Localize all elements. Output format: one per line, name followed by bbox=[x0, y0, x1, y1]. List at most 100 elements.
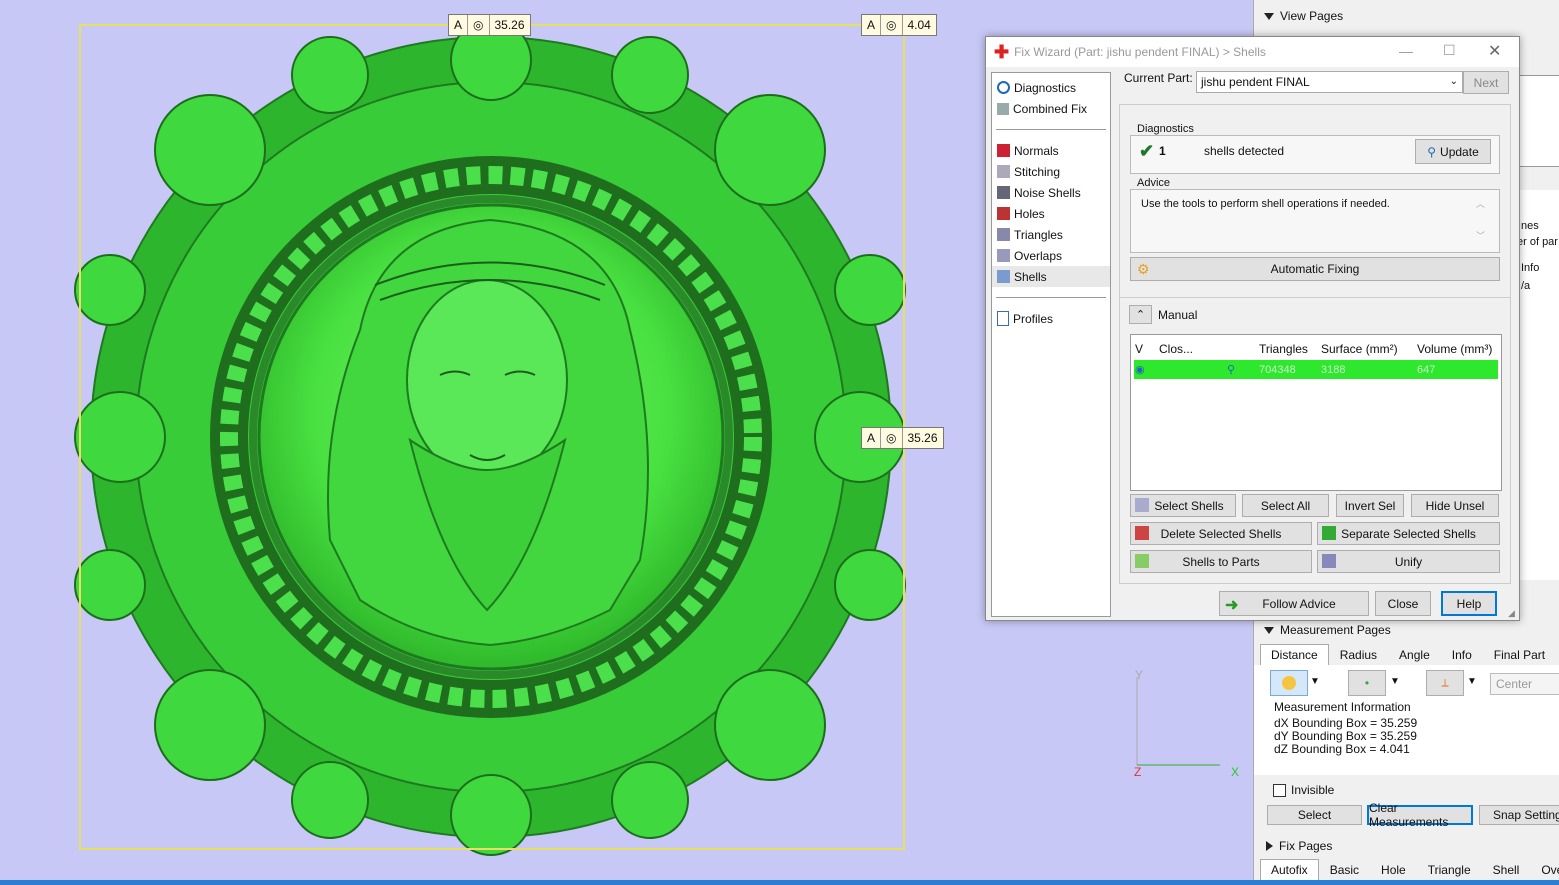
tab-distance[interactable]: Distance bbox=[1260, 644, 1329, 666]
shells-to-parts-icon bbox=[1135, 554, 1149, 568]
dialog-titlebar[interactable]: ✚ Fix Wizard (Part: jishu pendent FINAL)… bbox=[986, 37, 1519, 67]
col-blank[interactable] bbox=[1226, 338, 1258, 360]
view-cube[interactable] bbox=[1516, 75, 1559, 167]
maximize-icon[interactable]: ☐ bbox=[1443, 42, 1456, 59]
tab-shell[interactable]: Shell bbox=[1482, 859, 1531, 881]
nav-stitching[interactable]: Stitching bbox=[992, 161, 1110, 182]
tab-final-part[interactable]: Final Part bbox=[1483, 644, 1556, 666]
separate-selected-shells-button[interactable]: Separate Selected Shells bbox=[1317, 522, 1500, 545]
measure-mode-button[interactable] bbox=[1270, 670, 1308, 696]
magnifier-icon: ⚲ bbox=[1427, 144, 1437, 159]
nav-triangles[interactable]: Triangles bbox=[992, 224, 1110, 245]
invisible-checkbox-row[interactable]: Invisible bbox=[1273, 783, 1334, 797]
shells-to-parts-button[interactable]: Shells to Parts bbox=[1130, 550, 1312, 573]
center-select[interactable]: Center bbox=[1490, 673, 1559, 695]
minimize-icon[interactable]: — bbox=[1399, 43, 1413, 59]
tab-angle[interactable]: Angle bbox=[1388, 644, 1441, 666]
resize-grip-icon[interactable]: ◢ bbox=[1508, 608, 1515, 619]
update-button[interactable]: ⚲ Update bbox=[1415, 139, 1491, 164]
chevron-down-icon: ⌄ bbox=[1449, 76, 1458, 87]
dimension-tag-a: A bbox=[862, 15, 882, 35]
nav-label: Holes bbox=[1014, 206, 1045, 221]
axis-x-label: X bbox=[1231, 765, 1240, 779]
point-mode-button[interactable]: • bbox=[1348, 670, 1386, 696]
nav-label: Overlaps bbox=[1014, 248, 1063, 263]
automatic-fixing-button[interactable]: ⚙ Automatic Fixing bbox=[1130, 257, 1500, 281]
tab-hole[interactable]: Hole bbox=[1370, 859, 1417, 881]
axis-mode-button[interactable]: ⟂ bbox=[1426, 670, 1464, 696]
col-visible[interactable]: V bbox=[1134, 338, 1158, 360]
advice-title: Advice bbox=[1137, 177, 1171, 189]
wrench-icon: ⚲ bbox=[1227, 364, 1236, 376]
view-pages-label: View Pages bbox=[1280, 9, 1344, 23]
delete-selected-shells-button[interactable]: Delete Selected Shells bbox=[1130, 522, 1312, 545]
dropdown-arrow-icon[interactable]: ▼ bbox=[1310, 676, 1320, 687]
scroll-down-icon[interactable]: ﹀ bbox=[1476, 229, 1485, 242]
partial-panel: nes er of par Info /a bbox=[1516, 190, 1559, 580]
tab-basic[interactable]: Basic bbox=[1319, 859, 1370, 881]
collapse-manual-button[interactable]: ⌃ bbox=[1129, 305, 1152, 324]
shell-count: 1 bbox=[1159, 144, 1166, 158]
close-button[interactable]: Close bbox=[1375, 591, 1431, 616]
fix-pages-header[interactable]: Fix Pages bbox=[1266, 839, 1332, 853]
select-all-button[interactable]: Select All bbox=[1242, 494, 1329, 517]
nav-label: Normals bbox=[1014, 143, 1059, 158]
dimension-tag-z[interactable]: A ◎ 4.04 bbox=[861, 14, 937, 36]
fix-pages-label: Fix Pages bbox=[1279, 839, 1333, 853]
table-row[interactable]: ◉ ⚲ 704348 3188 647 bbox=[1134, 360, 1498, 379]
shells-detected-text: shells detected bbox=[1204, 144, 1285, 158]
nav-combined-fix[interactable]: Combined Fix bbox=[992, 98, 1110, 119]
lock-icon: ◎ bbox=[468, 15, 490, 35]
next-button[interactable]: Next bbox=[1463, 71, 1509, 94]
nav-label: Diagnostics bbox=[1014, 80, 1077, 95]
nav-profiles[interactable]: Profiles bbox=[992, 308, 1110, 329]
nav-holes[interactable]: Holes bbox=[992, 203, 1110, 224]
unify-button[interactable]: Unify bbox=[1317, 550, 1500, 573]
eye-icon[interactable]: ◉ bbox=[1135, 364, 1145, 376]
scroll-up-icon[interactable]: ︿ bbox=[1476, 197, 1485, 210]
clear-measurements-button[interactable]: Clear Measurements bbox=[1367, 801, 1473, 829]
tab-radius[interactable]: Radius bbox=[1329, 644, 1388, 666]
nav-noise-shells[interactable]: Noise Shells bbox=[992, 182, 1110, 203]
follow-advice-button[interactable]: ➜ Follow Advice bbox=[1219, 591, 1369, 616]
shells-to-parts-label: Shells to Parts bbox=[1182, 554, 1260, 569]
gears-icon: ⚙ bbox=[1137, 261, 1150, 277]
nav-shells[interactable]: Shells bbox=[992, 266, 1110, 287]
hide-unselected-button[interactable]: Hide Unsel bbox=[1411, 494, 1499, 517]
tab-triangle[interactable]: Triangle bbox=[1417, 859, 1482, 881]
arrow-right-icon: ➜ bbox=[1225, 597, 1239, 614]
nav-overlaps[interactable]: Overlaps bbox=[992, 245, 1110, 266]
cell-triangles: 704348 bbox=[1259, 363, 1296, 376]
close-icon[interactable]: ✕ bbox=[1488, 41, 1501, 61]
tab-info[interactable]: Info bbox=[1441, 644, 1483, 666]
current-part-select[interactable]: jishu pendent FINAL ⌄ bbox=[1196, 71, 1463, 93]
col-triangles[interactable]: Triangles bbox=[1258, 338, 1320, 360]
app-icon: ✚ bbox=[994, 41, 1010, 62]
collapse-arrow-icon bbox=[1264, 626, 1274, 634]
select-shells-button[interactable]: Select Shells bbox=[1130, 494, 1236, 517]
nav-normals[interactable]: Normals bbox=[992, 140, 1110, 161]
col-closed[interactable]: Clos... bbox=[1158, 338, 1226, 360]
dropdown-arrow-icon[interactable]: ▼ bbox=[1467, 676, 1477, 687]
measure-icon bbox=[1282, 676, 1296, 690]
measurement-pages-label: Measurement Pages bbox=[1280, 623, 1391, 637]
dimension-tag-y[interactable]: A ◎ 35.26 bbox=[861, 427, 944, 449]
col-volume[interactable]: Volume (mm³) bbox=[1416, 338, 1498, 360]
dimension-tag-x[interactable]: A ◎ 35.26 bbox=[448, 14, 531, 36]
dropdown-arrow-icon[interactable]: ▼ bbox=[1390, 676, 1400, 687]
measurement-pages-header[interactable]: Measurement Pages bbox=[1264, 623, 1391, 637]
invisible-checkbox[interactable] bbox=[1273, 783, 1286, 797]
view-pages-header[interactable]: View Pages bbox=[1264, 9, 1343, 23]
snap-settings-button[interactable]: Snap Settings bbox=[1479, 805, 1559, 825]
invert-selection-button[interactable]: Invert Sel bbox=[1336, 494, 1404, 517]
select-button[interactable]: Select bbox=[1267, 805, 1362, 825]
axis-z-label: Z bbox=[1134, 765, 1142, 779]
nav-diagnostics[interactable]: Diagnostics bbox=[992, 77, 1110, 98]
triangles-icon bbox=[997, 228, 1010, 241]
help-button[interactable]: Help bbox=[1441, 591, 1497, 616]
axis-triad bbox=[1136, 677, 1220, 766]
tab-autofix[interactable]: Autofix bbox=[1260, 859, 1319, 881]
dimension-tag-a: A bbox=[449, 15, 469, 35]
col-surface[interactable]: Surface (mm²) bbox=[1320, 338, 1416, 360]
tab-overlaps[interactable]: Over bbox=[1530, 859, 1559, 881]
